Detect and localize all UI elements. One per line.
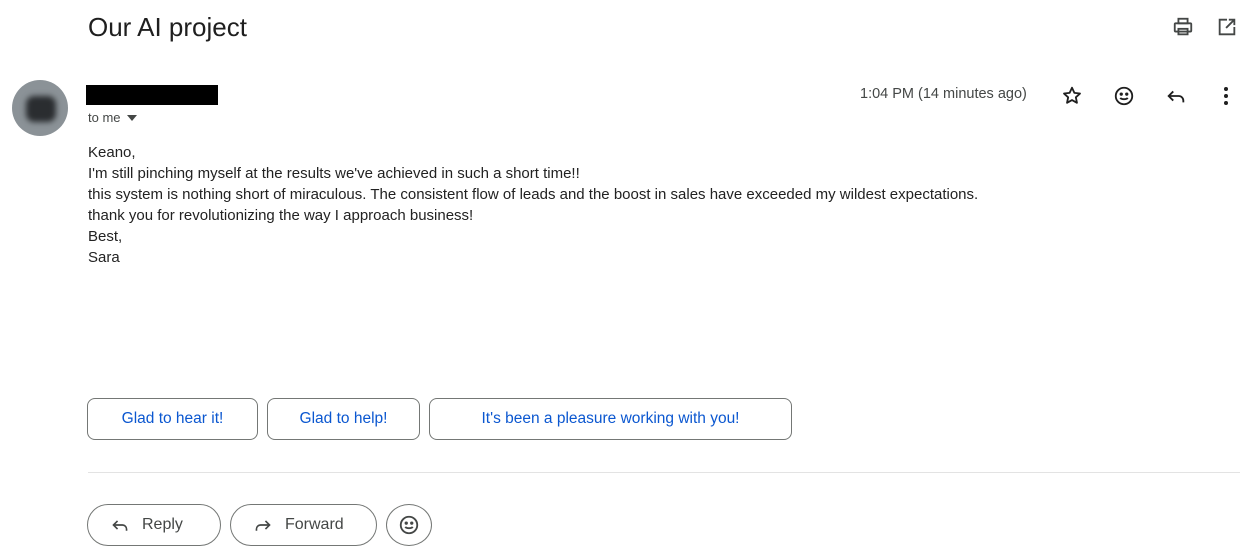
forward-label: Forward bbox=[285, 516, 344, 533]
avatar bbox=[12, 80, 68, 136]
chevron-down-icon bbox=[126, 114, 137, 121]
reply-label: Reply bbox=[142, 516, 183, 533]
smart-reply-chip[interactable]: Glad to hear it! bbox=[87, 398, 258, 440]
more-vert-icon[interactable] bbox=[1212, 82, 1240, 110]
star-icon[interactable] bbox=[1058, 82, 1086, 110]
open-in-new-icon[interactable] bbox=[1214, 14, 1240, 40]
emoji-icon[interactable] bbox=[1110, 82, 1138, 110]
emoji-reaction-button[interactable] bbox=[386, 504, 432, 546]
smart-reply-chip[interactable]: It's been a pleasure working with you! bbox=[429, 398, 792, 440]
forward-icon bbox=[253, 516, 273, 534]
body-line: Sara bbox=[88, 249, 120, 266]
reply-icon[interactable] bbox=[1162, 82, 1190, 110]
smart-reply-chip[interactable]: Glad to help! bbox=[267, 398, 420, 440]
body-line: this system is nothing short of miraculo… bbox=[88, 186, 979, 203]
body-line: I'm still pinching myself at the results… bbox=[88, 165, 580, 182]
divider bbox=[88, 472, 1240, 473]
emoji-icon bbox=[398, 514, 420, 536]
print-icon[interactable] bbox=[1170, 14, 1196, 40]
recipient-label: to me bbox=[88, 110, 121, 125]
body-line: Best, bbox=[88, 228, 123, 245]
email-body: Keano, I'm still pinching myself at the … bbox=[88, 142, 978, 268]
sender-name[interactable]: Dean Kelsey bbox=[86, 85, 218, 105]
reply-icon bbox=[110, 516, 130, 534]
email-subject: Our AI project bbox=[88, 12, 247, 42]
body-line: Keano, bbox=[88, 144, 136, 161]
recipient-dropdown[interactable]: to me bbox=[88, 110, 137, 125]
forward-button[interactable]: Forward bbox=[230, 504, 377, 546]
reply-button[interactable]: Reply bbox=[87, 504, 221, 546]
body-line: thank you for revolutionizing the way I … bbox=[88, 207, 474, 224]
timestamp: 1:04 PM (14 minutes ago) bbox=[860, 86, 1027, 102]
